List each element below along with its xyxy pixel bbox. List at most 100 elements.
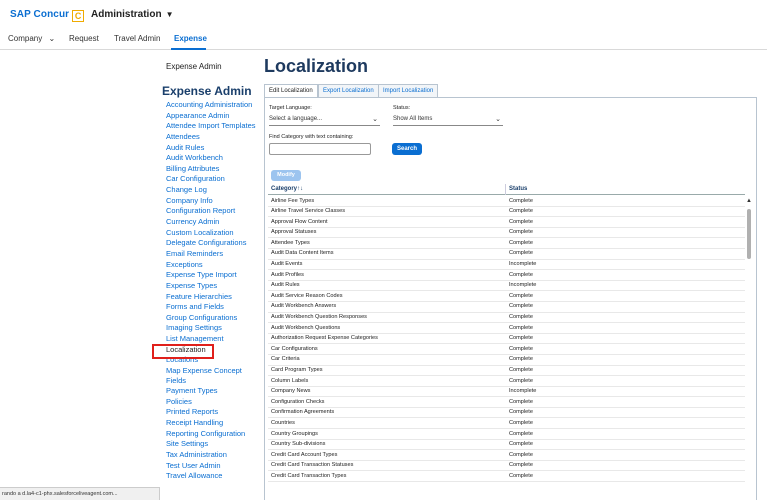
- sidebar-item-printed-reports[interactable]: Printed Reports: [166, 407, 266, 418]
- sidebar-item-site-settings[interactable]: Site Settings: [166, 439, 266, 450]
- sidebar-item-change-log[interactable]: Change Log: [166, 185, 266, 196]
- sidebar-item-test-user-admin[interactable]: Test User Admin: [166, 461, 266, 472]
- sidebar-item-billing-attributes[interactable]: Billing Attributes: [166, 164, 266, 175]
- category-cell: Column Labels: [271, 377, 309, 384]
- sidebar-item-attendee-import-templates[interactable]: Attendee Import Templates: [166, 121, 266, 132]
- table-scrollbar[interactable]: ▲: [745, 196, 753, 500]
- sidebar-item-feature-hierarchies[interactable]: Feature Hierarchies: [166, 292, 266, 303]
- table-row[interactable]: Credit Card Account Types Complete: [268, 450, 745, 461]
- sidebar-item-appearance-admin[interactable]: Appearance Admin: [166, 111, 266, 122]
- status-cell: Complete: [509, 250, 533, 257]
- column-header-category[interactable]: Category↑↓: [271, 186, 303, 192]
- sidebar-item-accounting-administration[interactable]: Accounting Administration: [166, 100, 266, 111]
- table-row[interactable]: Company News Incomplete: [268, 387, 745, 398]
- table-row[interactable]: Approval Flow Content Complete: [268, 217, 745, 228]
- table-row[interactable]: Confirmation Agreements Complete: [268, 408, 745, 419]
- sidebar-item-email-reminders[interactable]: Email Reminders: [166, 249, 266, 260]
- sidebar-item-reporting-configuration[interactable]: Reporting Configuration: [166, 429, 266, 440]
- sidebar-item-payment-types[interactable]: Payment Types: [166, 386, 266, 397]
- status-select[interactable]: Show All Items ⌄: [393, 114, 503, 126]
- table-row[interactable]: Audit Rules Incomplete: [268, 281, 745, 292]
- table-row[interactable]: Car Configurations Complete: [268, 344, 745, 355]
- table-row[interactable]: Audit Data Content Items Complete: [268, 249, 745, 260]
- find-category-label: Find Category with text containing:: [269, 134, 354, 140]
- table-row[interactable]: Country Sub-divisions Complete: [268, 440, 745, 451]
- search-button[interactable]: Search: [392, 143, 422, 155]
- sidebar-item-expense-types[interactable]: Expense Types: [166, 281, 266, 292]
- table-row[interactable]: Authorization Request Expense Categories…: [268, 334, 745, 345]
- sidebar-item-policies[interactable]: Policies: [166, 397, 266, 408]
- nav-company[interactable]: Company ⌄: [8, 34, 55, 43]
- table-row[interactable]: Approval Statuses Complete: [268, 228, 745, 239]
- table-row[interactable]: Credit Card Transaction Types Complete: [268, 471, 745, 483]
- table-row[interactable]: Airline Fee Types Complete: [268, 196, 745, 207]
- sidebar-item-map-expense-concept-fields[interactable]: Map Expense Concept Fields: [166, 366, 256, 386]
- status-cell: Complete: [509, 324, 533, 331]
- table-row[interactable]: Audit Workbench Answers Complete: [268, 302, 745, 313]
- nav-expense[interactable]: Expense: [174, 34, 207, 43]
- table-row[interactable]: Audit Service Reason Codes Complete: [268, 291, 745, 302]
- column-header-status[interactable]: Status: [509, 186, 527, 192]
- modify-button[interactable]: Modify: [271, 170, 301, 181]
- category-cell: Audit Events: [271, 261, 303, 268]
- category-cell: Card Program Types: [271, 367, 323, 373]
- status-value: Show All Items: [393, 116, 433, 122]
- sidebar-item-configuration-report[interactable]: Configuration Report: [166, 206, 266, 217]
- administration-menu[interactable]: Administration ▼: [91, 9, 173, 20]
- table-row[interactable]: Credit Card Transaction Statuses Complete: [268, 461, 745, 472]
- administration-menu-label: Administration: [91, 9, 162, 20]
- sidebar-item-forms-and-fields[interactable]: Forms and Fields: [166, 302, 266, 313]
- table-row[interactable]: Audit Workbench Questions Complete: [268, 323, 745, 334]
- table-row[interactable]: Car Criteria Complete: [268, 355, 745, 366]
- sidebar-item-group-configurations[interactable]: Group Configurations: [166, 313, 266, 324]
- table-row[interactable]: Country Groupings Complete: [268, 429, 745, 440]
- sidebar-item-currency-admin[interactable]: Currency Admin: [166, 217, 266, 228]
- tab-import-localization[interactable]: Import Localization: [378, 84, 439, 98]
- status-cell: Complete: [509, 335, 533, 342]
- sidebar-item-audit-workbench[interactable]: Audit Workbench: [166, 153, 266, 164]
- table-row[interactable]: Countries Complete: [268, 418, 745, 430]
- sidebar-item-attendees[interactable]: Attendees: [166, 132, 266, 143]
- sidebar-item-travel-allowance[interactable]: Travel Allowance: [166, 471, 266, 482]
- sidebar-item-custom-localization[interactable]: Custom Localization: [166, 228, 266, 239]
- table-row[interactable]: Audit Workbench Question Responses Comple…: [268, 313, 745, 324]
- status-cell: Incomplete: [509, 388, 537, 395]
- table-row[interactable]: Column Labels Complete: [268, 376, 745, 387]
- find-category-input[interactable]: [269, 143, 371, 155]
- category-cell: Car Configurations: [271, 345, 318, 352]
- status-cell: Complete: [509, 345, 533, 352]
- sidebar-item-imaging-settings[interactable]: Imaging Settings: [166, 323, 266, 334]
- table-row[interactable]: Configuration Checks Complete: [268, 397, 745, 408]
- scroll-up-icon[interactable]: ▲: [746, 198, 752, 204]
- status-cell: Incomplete: [509, 282, 537, 289]
- sidebar-item-delegate-configurations[interactable]: Delegate Configurations: [166, 238, 266, 249]
- chevron-down-icon: ⌄: [372, 116, 378, 123]
- brand-logo[interactable]: SAP Concur C: [10, 9, 85, 22]
- scroll-thumb[interactable]: [747, 209, 751, 259]
- target-language-select[interactable]: Select a language... ⌄: [269, 114, 380, 126]
- table-header: Category↑↓ Status: [268, 184, 745, 195]
- table-row[interactable]: Audit Events Incomplete: [268, 260, 745, 271]
- category-cell: Credit Card Transaction Statuses: [271, 462, 354, 469]
- table-row[interactable]: Attendee Types Complete: [268, 238, 745, 249]
- table-row[interactable]: Airline Travel Service Classes Complete: [268, 207, 745, 218]
- sidebar-item-receipt-handling[interactable]: Receipt Handling: [166, 418, 266, 429]
- sidebar-header[interactable]: Expense Admin: [166, 62, 222, 71]
- sidebar-item-exceptions[interactable]: Exceptions: [166, 260, 266, 271]
- status-cell: Complete: [509, 218, 533, 225]
- nav-travel-admin[interactable]: Travel Admin: [114, 34, 160, 43]
- table-row[interactable]: Card Program Types Complete: [268, 366, 745, 377]
- tab-export-localization[interactable]: Export Localization: [318, 84, 379, 98]
- tab-edit-localization[interactable]: Edit Localization: [264, 84, 318, 98]
- sidebar-item-company-info[interactable]: Company Info: [166, 196, 266, 207]
- table-row[interactable]: Audit Profiles Complete: [268, 270, 745, 281]
- sidebar-item-audit-rules[interactable]: Audit Rules: [166, 143, 266, 154]
- sidebar-item-tax-administration[interactable]: Tax Administration: [166, 450, 266, 461]
- category-cell: Approval Statuses: [271, 229, 317, 236]
- sidebar-item-car-configuration[interactable]: Car Configuration: [166, 174, 266, 185]
- status-cell: Complete: [509, 409, 533, 416]
- status-cell: Complete: [509, 419, 533, 426]
- sidebar-item-expense-type-import[interactable]: Expense Type Import: [166, 270, 266, 281]
- nav-request[interactable]: Request: [69, 34, 99, 43]
- status-cell: Complete: [509, 271, 533, 278]
